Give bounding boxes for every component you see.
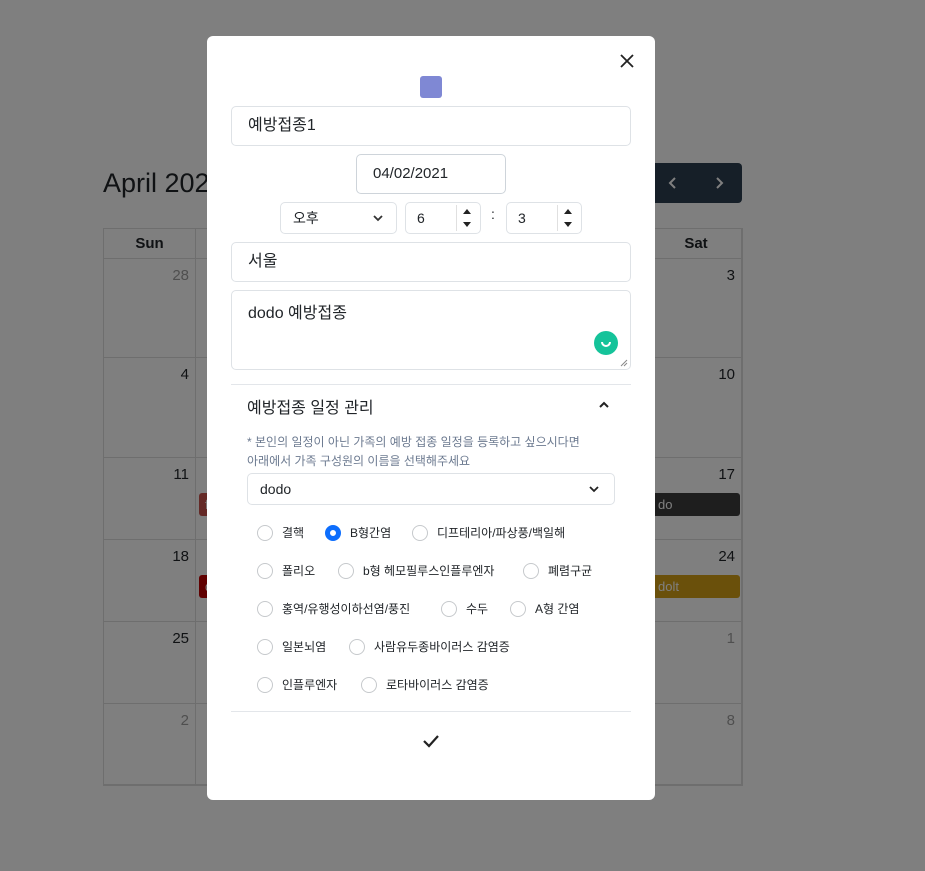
vaccine-label: 인플루엔자 [282,678,338,692]
vaccine-label: 폴리오 [282,564,316,578]
vaccine-radio[interactable]: 폴리오 [257,562,315,579]
time-separator: : [491,206,495,222]
memo-textarea[interactable]: dodo 예방접종 [231,290,631,370]
grammarly-icon[interactable] [594,331,618,355]
chevron-down-icon [373,215,383,222]
event-modal: 예방접종1 04/02/2021 오후 6 : 3 서울 dodo 예방접종 예… [207,36,655,800]
accordion-header[interactable]: 예방접종 일정 관리 [247,394,374,418]
vaccine-label: b형 헤모필루스인플루엔자 [363,564,495,578]
radio-unchecked-icon[interactable] [510,600,526,617]
minute-value: 3 [518,210,526,226]
vaccine-label: 일본뇌염 [282,640,327,654]
radio-unchecked-icon[interactable] [338,562,354,579]
spin-up-icon[interactable] [457,205,476,218]
family-notice: * 본인의 일정이 아닌 가족의 예방 접종 일정을 등록하고 싶으시다면 아래… [247,433,617,471]
vaccine-label: 수두 [466,602,489,616]
hour-spinner[interactable] [456,205,476,231]
radio-unchecked-icon[interactable] [349,638,365,655]
vaccine-radio[interactable]: 일본뇌염 [257,638,326,655]
radio-unchecked-icon[interactable] [257,638,273,655]
check-icon [423,735,439,748]
family-member-select[interactable]: dodo [247,473,615,505]
vaccine-label: A형 간염 [535,602,580,616]
date-input[interactable]: 04/02/2021 [356,154,506,194]
vaccine-label: 폐렴구균 [548,564,593,578]
vaccine-label: 사람유두종바이러스 감염증 [374,640,510,654]
radio-checked-icon[interactable] [325,524,341,541]
spin-up-icon[interactable] [558,205,577,218]
radio-unchecked-icon[interactable] [441,600,457,617]
radio-unchecked-icon[interactable] [412,524,428,541]
spin-down-icon[interactable] [457,218,476,231]
close-icon [620,54,634,68]
radio-unchecked-icon[interactable] [523,562,539,579]
divider [231,384,631,385]
hour-input[interactable]: 6 [405,202,481,234]
minute-spinner[interactable] [557,205,577,231]
vaccine-radio[interactable]: b형 헤모필루스인플루엔자 [338,562,494,579]
color-swatch[interactable] [420,76,442,98]
ampm-value: 오후 [293,210,319,226]
resize-handle-icon[interactable] [620,359,628,367]
chevron-down-icon [589,486,599,493]
vaccine-label: B형간염 [350,526,392,540]
close-button[interactable] [616,50,638,72]
notice-line-2: 아래에서 가족 구성원의 이름을 선택해주세요 [247,454,471,468]
vaccine-label: 로타바이러스 감염증 [386,678,489,692]
member-value: dodo [260,481,292,497]
spin-down-icon[interactable] [558,218,577,231]
vaccine-radio[interactable]: 인플루엔자 [257,676,337,693]
place-input[interactable]: 서울 [231,242,631,282]
ampm-select[interactable]: 오후 [280,202,397,234]
minute-input[interactable]: 3 [506,202,582,234]
chevron-up-icon[interactable] [597,398,611,412]
hour-value: 6 [417,210,425,226]
vaccine-radio[interactable]: 수두 [441,600,488,617]
vaccine-label: 결핵 [282,526,305,540]
vaccine-radio[interactable]: 홍역/유행성이하선염/풍진 [257,600,410,617]
vaccine-radio[interactable]: 로타바이러스 감염증 [361,676,489,693]
memo-text: dodo 예방접종 [248,305,347,322]
radio-unchecked-icon[interactable] [257,562,273,579]
radio-unchecked-icon[interactable] [257,524,273,541]
confirm-button[interactable] [419,729,443,753]
radio-unchecked-icon[interactable] [257,676,273,693]
vaccine-radio[interactable]: B형간염 [325,524,391,541]
notice-line-1: * 본인의 일정이 아닌 가족의 예방 접종 일정을 등록하고 싶으시다면 [247,435,580,449]
vaccine-label: 홍역/유행성이하선염/풍진 [282,602,411,616]
vaccine-radio[interactable]: 디프테리아/파상풍/백일해 [412,524,565,541]
radio-unchecked-icon[interactable] [361,676,377,693]
vaccine-label: 디프테리아/파상풍/백일해 [437,526,566,540]
radio-unchecked-icon[interactable] [257,600,273,617]
vaccine-radio[interactable]: 사람유두종바이러스 감염증 [349,638,510,655]
vaccine-radio[interactable]: A형 간염 [510,600,579,617]
vaccine-radio[interactable]: 폐렴구균 [523,562,592,579]
divider [231,711,631,712]
vaccine-radio[interactable]: 결핵 [257,524,304,541]
title-input[interactable]: 예방접종1 [231,106,631,146]
